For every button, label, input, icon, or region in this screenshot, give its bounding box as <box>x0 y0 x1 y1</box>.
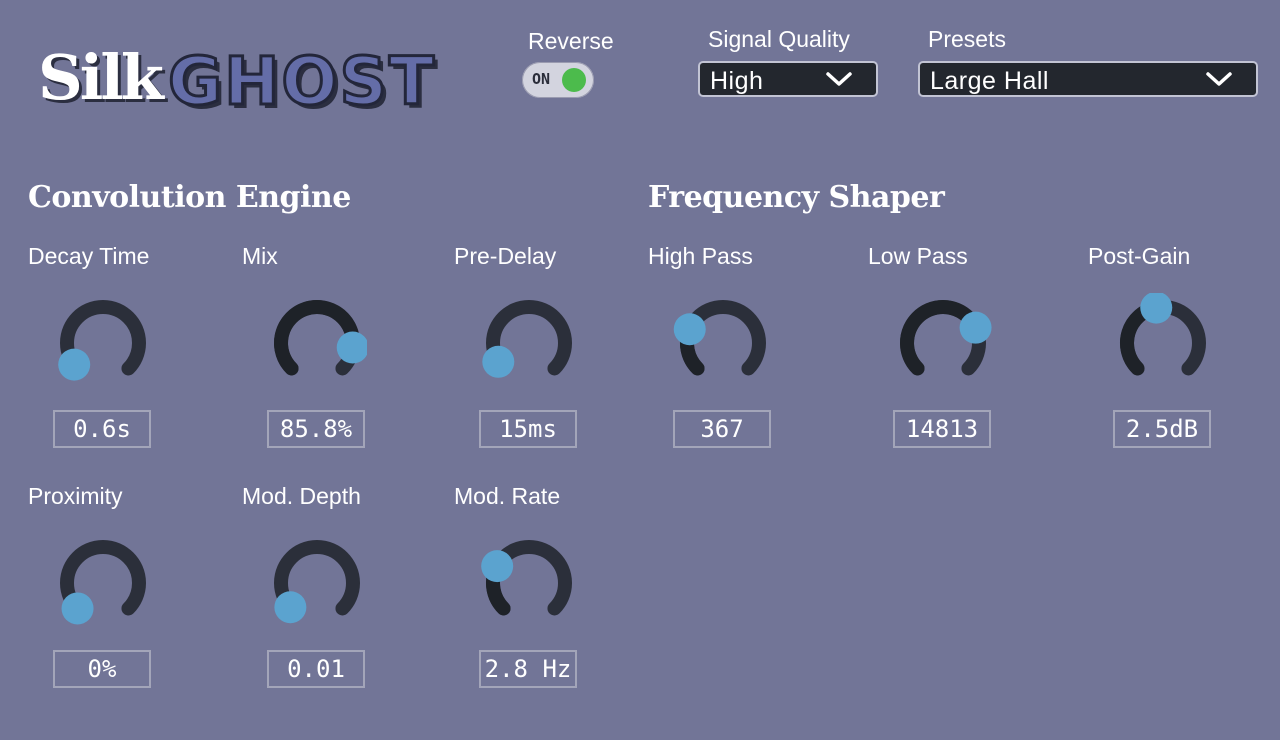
post-gain-label: Post-Gain <box>1088 243 1191 269</box>
decay-time-value[interactable]: 0.6s <box>53 410 151 448</box>
signal-quality-label: Signal Quality <box>708 26 850 52</box>
signal-quality-value: High <box>710 67 764 95</box>
proximity-knob[interactable] <box>53 533 153 633</box>
mix-value[interactable]: 85.8% <box>267 410 365 448</box>
knob-handle-icon[interactable] <box>58 348 91 381</box>
reverse-label: Reverse <box>528 28 614 54</box>
mod-rate-knob[interactable] <box>479 533 579 633</box>
presets-value: Large Hall <box>930 67 1049 95</box>
knob-handle-icon[interactable] <box>336 331 367 364</box>
chevron-down-icon <box>826 72 852 86</box>
knob-dial <box>900 300 992 376</box>
high-pass-label: High Pass <box>648 243 753 269</box>
knob-handle-icon[interactable] <box>673 313 706 346</box>
knob-handle-icon[interactable] <box>959 311 992 344</box>
knob-handle-icon[interactable] <box>61 592 94 625</box>
post-gain-knob[interactable] <box>1113 293 1213 393</box>
pre-delay-value[interactable]: 15ms <box>479 410 577 448</box>
mod-depth-value[interactable]: 0.01 <box>267 650 365 688</box>
chevron-down-icon <box>1206 72 1232 86</box>
high-pass-knob[interactable] <box>673 293 773 393</box>
decay-time-knob[interactable] <box>53 293 153 393</box>
knob-dial <box>60 540 146 625</box>
decay-time-label: Decay Time <box>28 243 150 269</box>
knob-dial <box>58 300 146 381</box>
pre-delay-knob[interactable] <box>479 293 579 393</box>
frequency-shaper-title: Frequency Shaper <box>648 180 945 215</box>
logo-silk-text: Silk <box>38 41 164 114</box>
knob-handle-icon[interactable] <box>1140 293 1173 324</box>
convolution-engine-title: Convolution Engine <box>28 180 351 215</box>
low-pass-knob[interactable] <box>893 293 993 393</box>
knob-dial <box>482 300 572 378</box>
knob-dial <box>274 540 360 624</box>
low-pass-label: Low Pass <box>868 243 968 269</box>
high-pass-value[interactable]: 367 <box>673 410 771 448</box>
mix-knob[interactable] <box>267 293 367 393</box>
knob-dial <box>673 300 766 376</box>
post-gain-value[interactable]: 2.5dB <box>1113 410 1211 448</box>
proximity-label: Proximity <box>28 483 123 509</box>
knob-handle-icon[interactable] <box>274 591 307 624</box>
mix-label: Mix <box>242 243 278 269</box>
proximity-value[interactable]: 0% <box>53 650 151 688</box>
presets-select[interactable]: Large Hall <box>918 61 1258 97</box>
knob-handle-icon[interactable] <box>481 550 514 583</box>
mod-rate-label: Mod. Rate <box>454 483 561 509</box>
mod-rate-value[interactable]: 2.8 Hz <box>479 650 577 688</box>
pre-delay-label: Pre-Delay <box>454 243 557 269</box>
mod-depth-knob[interactable] <box>267 533 367 633</box>
knob-dial <box>1120 293 1206 376</box>
knob-dial <box>274 300 367 376</box>
presets-label: Presets <box>928 26 1006 52</box>
reverse-toggle[interactable]: ON <box>522 62 594 98</box>
low-pass-value[interactable]: 14813 <box>893 410 991 448</box>
toggle-on-text: ON <box>532 70 551 88</box>
toggle-indicator <box>562 68 586 92</box>
knob-handle-icon[interactable] <box>482 345 515 378</box>
mod-depth-label: Mod. Depth <box>242 483 361 509</box>
signal-quality-select[interactable]: High <box>698 61 878 97</box>
logo-ghost-text: GHOST <box>166 42 437 121</box>
knob-dial <box>481 540 572 616</box>
